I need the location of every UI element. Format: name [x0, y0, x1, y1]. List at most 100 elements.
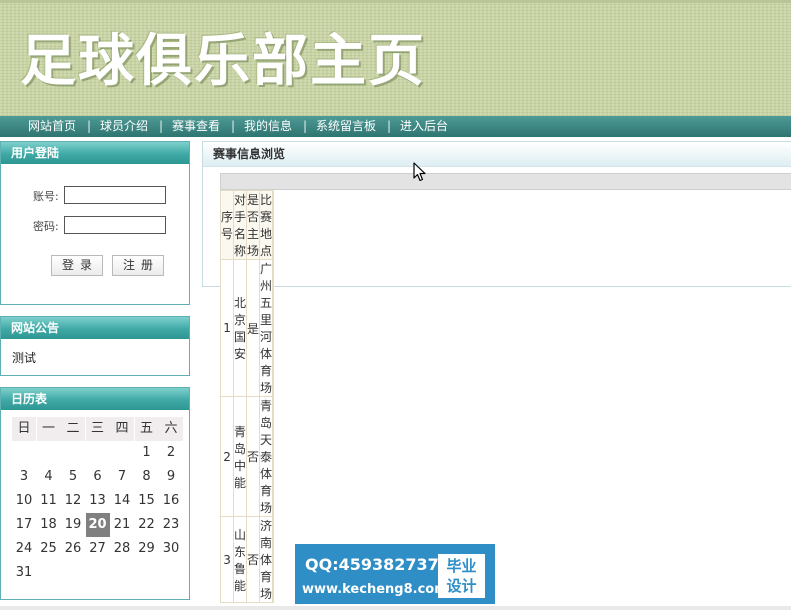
col-header-opponent: 对手名称: [233, 190, 248, 260]
calendar-day[interactable]: 2: [159, 441, 183, 465]
calendar-weekday-header: 六: [159, 417, 183, 441]
cell-venue: 广州五里河体育场: [259, 259, 274, 397]
calendar-weekday-header: 二: [61, 417, 85, 441]
calendar-day[interactable]: 21: [110, 513, 134, 537]
calendar-day[interactable]: 16: [159, 489, 183, 513]
cell-opponent: 青岛中能: [233, 396, 248, 517]
calendar-day[interactable]: 6: [86, 465, 110, 489]
calendar-day[interactable]: 7: [110, 465, 134, 489]
password-label: 密码:: [33, 220, 59, 233]
nav-item-players[interactable]: 球员介绍: [100, 116, 148, 137]
login-panel: 用户登陆 账号: 密码: 登录 注册: [0, 141, 190, 305]
calendar-weekday-header: 五: [134, 417, 159, 441]
notice-text: 测试: [12, 351, 37, 365]
cell-extra: [272, 516, 275, 603]
table-row: 2 青岛中能 否 青岛天泰体育场: [219, 396, 275, 517]
calendar-day[interactable]: 31: [12, 561, 36, 585]
calendar-day[interactable]: 25: [37, 537, 61, 561]
calendar-panel: 日历表 日一二三四五六 1 2 3 4 5 6 7 8 9 10 11 12 13 14 15 16 17 18 19…: [0, 387, 190, 600]
site-banner: 足球俱乐部主页: [0, 0, 791, 116]
calendar-day[interactable]: 26: [61, 537, 85, 561]
calendar-day[interactable]: 15: [135, 489, 159, 513]
nav-separator: |: [387, 119, 392, 133]
nav-item-message-board[interactable]: 系统留言板: [316, 116, 376, 137]
calendar-day-today[interactable]: 20: [85, 513, 110, 537]
cell-index: 3: [219, 516, 235, 603]
calendar-day[interactable]: 28: [110, 537, 134, 561]
cell-venue: 青岛天泰体育场: [259, 396, 274, 517]
mouse-cursor-icon: [413, 162, 426, 182]
account-input[interactable]: [64, 186, 166, 204]
calendar-day[interactable]: 24: [12, 537, 36, 561]
cell-extra: [272, 259, 275, 397]
calendar-day[interactable]: 11: [37, 489, 61, 513]
table-header-row: 序号 对手名称 是否主场 比赛地点: [219, 190, 275, 260]
calendar-day[interactable]: 29: [135, 537, 159, 561]
nav-item-admin[interactable]: 进入后台: [400, 116, 448, 137]
col-header-extra: [272, 190, 275, 260]
watermark-url: www.kecheng8.com: [302, 582, 448, 597]
calendar-day[interactable]: 1: [135, 441, 159, 465]
notice-panel-title: 网站公告: [1, 317, 189, 339]
cell-venue: 济南体育场: [259, 516, 274, 603]
calendar-day[interactable]: 30: [159, 537, 183, 561]
col-header-index: 序号: [219, 190, 235, 260]
calendar-day[interactable]: 22: [135, 513, 159, 537]
table-row: 3 山东鲁能 否 济南体育场: [219, 516, 275, 603]
calendar-day[interactable]: 23: [159, 513, 183, 537]
nav-item-matches[interactable]: 赛事查看: [172, 116, 220, 137]
calendar-day[interactable]: 14: [110, 489, 134, 513]
login-panel-title: 用户登陆: [1, 142, 189, 164]
cell-index: 1: [219, 259, 235, 397]
site-title: 足球俱乐部主页: [20, 29, 426, 94]
col-header-home: 是否主场: [246, 190, 261, 260]
calendar-weekday-header: 三: [85, 417, 110, 441]
cell-index: 2: [219, 396, 235, 517]
cell-home: 是: [246, 259, 261, 397]
table-top-band: [220, 173, 791, 190]
calendar-day[interactable]: 27: [86, 537, 110, 561]
calendar-day[interactable]: 13: [86, 489, 110, 513]
calendar-day[interactable]: 12: [61, 489, 85, 513]
watermark-graduation-label: 毕业 设计: [438, 554, 485, 598]
notice-panel: 网站公告 测试: [0, 316, 190, 376]
nav-separator: |: [87, 119, 92, 133]
nav-separator: |: [303, 119, 308, 133]
cell-opponent: 北京国安: [233, 259, 248, 397]
login-button[interactable]: 登录: [51, 255, 103, 276]
table-row: 1 北京国安 是 广州五里河体育场: [219, 259, 275, 397]
nav-item-my-info[interactable]: 我的信息: [244, 116, 292, 137]
calendar-weekday-header: 四: [110, 417, 134, 441]
nav-separator: |: [231, 119, 236, 133]
calendar-panel-title: 日历表: [1, 388, 189, 410]
calendar-day[interactable]: 8: [135, 465, 159, 489]
calendar-day[interactable]: 18: [37, 513, 61, 537]
nav-separator: |: [159, 119, 164, 133]
register-button[interactable]: 注册: [112, 255, 164, 276]
calendar-day[interactable]: 3: [12, 465, 36, 489]
bottom-divider: [0, 606, 791, 610]
password-input[interactable]: [64, 216, 166, 234]
match-info-panel: 赛事信息浏览 序号 对手名称 是否主场 比赛地点 1 北京国安 是 广州五里河体…: [202, 141, 791, 603]
calendar-day[interactable]: 19: [61, 513, 85, 537]
calendar-weekday-header: 一: [36, 417, 61, 441]
cell-opponent: 山东鲁能: [233, 516, 248, 603]
cell-home: 否: [246, 516, 261, 603]
col-header-venue: 比赛地点: [259, 190, 274, 260]
watermark-badge: QQ:459382737 www.kecheng8.com 毕业 设计: [295, 544, 495, 604]
calendar-day[interactable]: 10: [12, 489, 36, 513]
calendar-day[interactable]: 17: [12, 513, 36, 537]
watermark-badge-line: 毕业: [446, 557, 477, 575]
main-nav: 网站首页 | 球员介绍 | 赛事查看 | 我的信息 | 系统留言板 | 进入后台: [0, 116, 791, 137]
watermark-badge-line: 设计: [446, 577, 477, 595]
cell-home: 否: [246, 396, 261, 517]
match-table: 序号 对手名称 是否主场 比赛地点 1 北京国安 是 广州五里河体育场 2 青岛…: [219, 190, 275, 603]
watermark-qq: QQ:459382737: [305, 555, 439, 574]
cell-extra: [272, 396, 275, 517]
calendar-day[interactable]: 5: [61, 465, 85, 489]
match-info-title: 赛事信息浏览: [203, 142, 791, 167]
nav-item-home[interactable]: 网站首页: [28, 116, 76, 137]
calendar-weekday-header: 日: [12, 417, 36, 441]
calendar-day[interactable]: 9: [159, 465, 183, 489]
calendar-day[interactable]: 4: [37, 465, 61, 489]
